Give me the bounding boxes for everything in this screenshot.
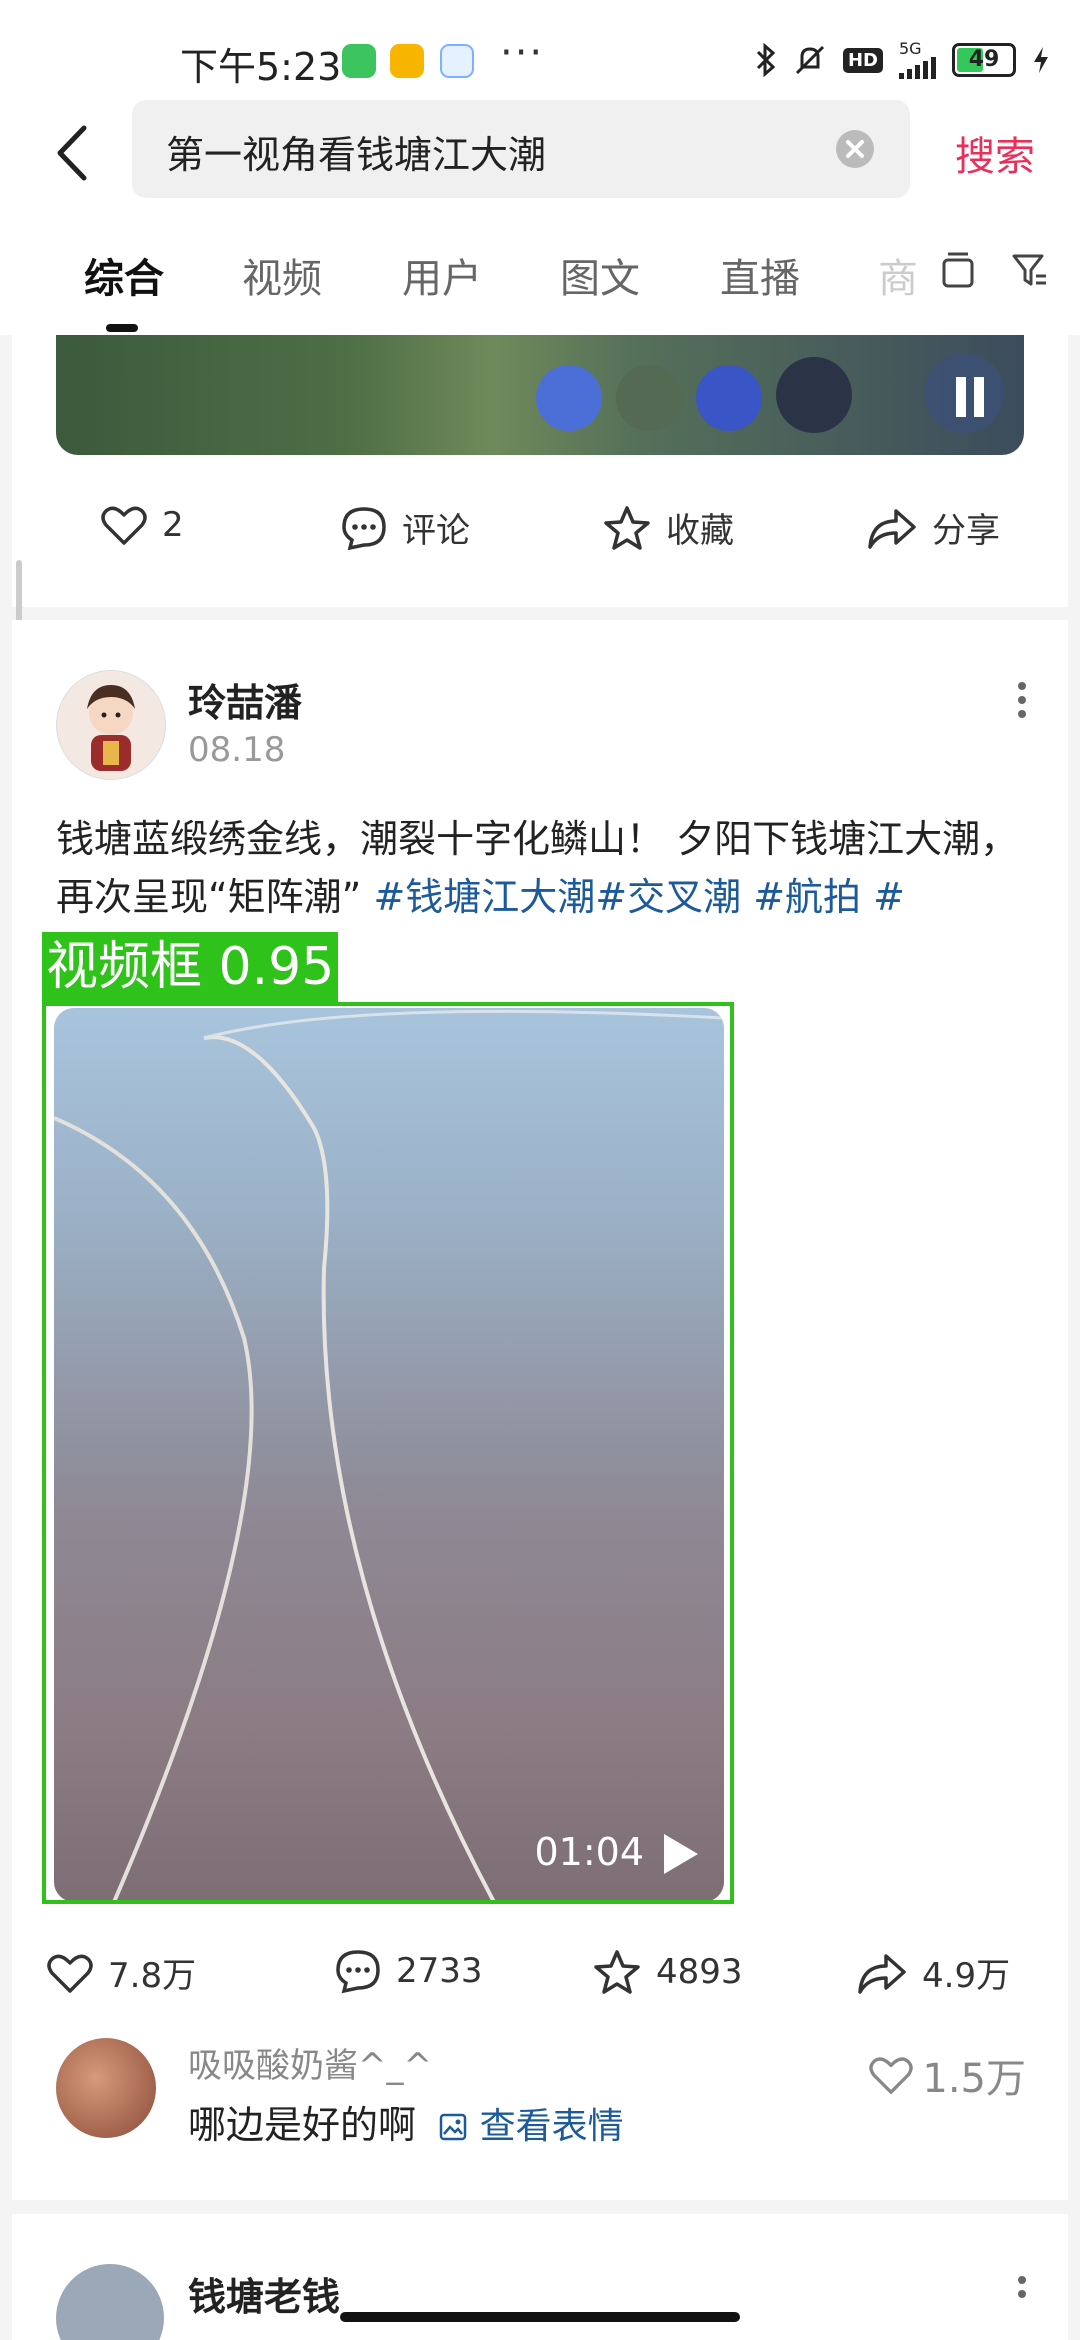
share-label: 分享 [932, 511, 1000, 551]
author-name[interactable]: 玲喆潘 [188, 672, 302, 727]
more-notifications-icon: ··· [500, 30, 545, 76]
search-button[interactable]: 搜索 [955, 124, 1035, 182]
comment-like-button[interactable]: 1.5万 [868, 2046, 1026, 2104]
detection-label: 视频框 0.95 [42, 932, 339, 1002]
favorite-button[interactable]: 4893 [592, 1948, 743, 1996]
comment-icon [342, 506, 386, 550]
layout-icon[interactable] [938, 250, 978, 292]
star-icon [594, 1950, 640, 1994]
search-input[interactable]: 第一视角看钱塘江大潮 [132, 100, 910, 198]
share-count: 4.9万 [922, 1956, 1011, 1996]
game-skill-icon [696, 365, 762, 431]
tab-shop[interactable]: 商 [878, 246, 918, 304]
status-bar: 下午5:23 ··· HD 5G 49 [0, 0, 1080, 110]
more-options-icon[interactable] [1018, 676, 1028, 724]
comment-button[interactable]: 2733 [334, 1948, 483, 1994]
battery-icon: 49 [952, 43, 1016, 77]
tab-tools [938, 250, 1050, 292]
result-card-post: 玲喆潘 08.18 钱塘蓝缎绣金线，潮裂十字化鳞山！ 夕阳下钱塘江大潮，再次呈现… [12, 620, 1068, 2200]
tab-bar: 综合 视频 用户 图文 直播 商 [0, 210, 1080, 335]
search-query: 第一视角看钱塘江大潮 [166, 133, 547, 177]
heart-icon [47, 1954, 93, 1993]
heart-icon [101, 506, 147, 545]
video-thumbnail[interactable] [56, 335, 1024, 455]
like-button[interactable]: 2 [100, 503, 184, 547]
status-right: HD 5G 49 [755, 40, 1050, 80]
favorite-count: 4893 [656, 1952, 743, 1992]
status-time: 下午5:23 [180, 45, 342, 89]
comment-like-count: 1.5万 [922, 2056, 1026, 2102]
top-comment[interactable]: 吸吸酸奶酱^_^ 哪边是好的啊 查看表情 1.5万 [56, 2038, 1036, 2148]
comment-avatar[interactable] [56, 2038, 156, 2138]
share-icon [868, 508, 916, 549]
mute-icon [795, 45, 825, 75]
more-options-icon[interactable] [1018, 2270, 1028, 2304]
search-header: 第一视角看钱塘江大潮 搜索 [0, 100, 1080, 210]
tab-users[interactable]: 用户 [402, 246, 482, 304]
tab-video[interactable]: 视频 [242, 246, 322, 304]
app-icon [440, 44, 474, 78]
clear-icon[interactable] [836, 130, 874, 168]
post-caption[interactable]: 钱塘蓝缎绣金线，潮裂十字化鳞山！ 夕阳下钱塘江大潮，再次呈现“矩阵潮” #钱塘江… [56, 810, 1036, 926]
view-sticker-link[interactable]: 查看表情 [438, 2106, 624, 2147]
58-icon [390, 44, 424, 78]
game-skill-icon [536, 365, 602, 431]
post-date: 08.18 [188, 730, 286, 770]
tab-all[interactable]: 综合 [84, 246, 164, 304]
signal-group: 5G [899, 41, 936, 79]
avatar[interactable] [56, 670, 166, 780]
home-indicator[interactable] [340, 2312, 740, 2322]
like-count: 7.8万 [108, 1956, 197, 1996]
avatar[interactable] [56, 2264, 164, 2340]
favorite-label: 收藏 [666, 511, 734, 551]
bluetooth-icon [756, 43, 776, 77]
image-icon [439, 2113, 467, 2141]
signal-icon [899, 57, 936, 79]
charging-icon [1034, 47, 1048, 73]
share-icon [858, 1953, 906, 1994]
view-sticker-label: 查看表情 [479, 2106, 624, 2147]
tab-live[interactable]: 直播 [720, 246, 800, 304]
like-button[interactable]: 7.8万 [46, 1948, 196, 1997]
tab-indicator [106, 324, 138, 332]
share-button[interactable]: 分享 [866, 503, 1000, 552]
comment-icon [336, 1950, 380, 1994]
comment-username[interactable]: 吸吸酸奶酱^_^ [188, 2038, 432, 2087]
detection-box [42, 1002, 734, 1904]
comment-text: 哪边是好的啊 查看表情 [188, 2094, 624, 2149]
heart-icon [869, 2057, 914, 2094]
wechat-icon [342, 44, 376, 78]
tab-image-text[interactable]: 图文 [560, 246, 640, 304]
like-count: 2 [162, 505, 184, 545]
pause-icon[interactable] [956, 377, 966, 417]
game-skill-icon [776, 357, 852, 433]
share-button[interactable]: 4.9万 [856, 1948, 1010, 1997]
network-label: 5G [899, 39, 922, 58]
star-icon [604, 505, 650, 550]
favorite-button[interactable]: 收藏 [602, 503, 734, 552]
pause-icon-bar [974, 377, 984, 417]
back-arrow-icon[interactable] [52, 124, 92, 182]
comment-count: 2733 [396, 1951, 483, 1991]
game-skill-icon [616, 365, 682, 431]
hashtags[interactable]: #钱塘江大潮#交叉潮 #航拍 # [373, 875, 905, 919]
comment-button[interactable]: 评论 [340, 503, 470, 552]
battery-level: 49 [968, 47, 1000, 72]
result-card-previous: 2 评论 收藏 分享 [12, 335, 1068, 607]
author-name[interactable]: 钱塘老钱 [188, 2266, 340, 2321]
hd-badge: HD [842, 47, 883, 73]
comment-label: 评论 [402, 511, 470, 551]
filter-icon[interactable] [1010, 250, 1050, 292]
comment-body: 哪边是好的啊 [188, 2103, 417, 2147]
